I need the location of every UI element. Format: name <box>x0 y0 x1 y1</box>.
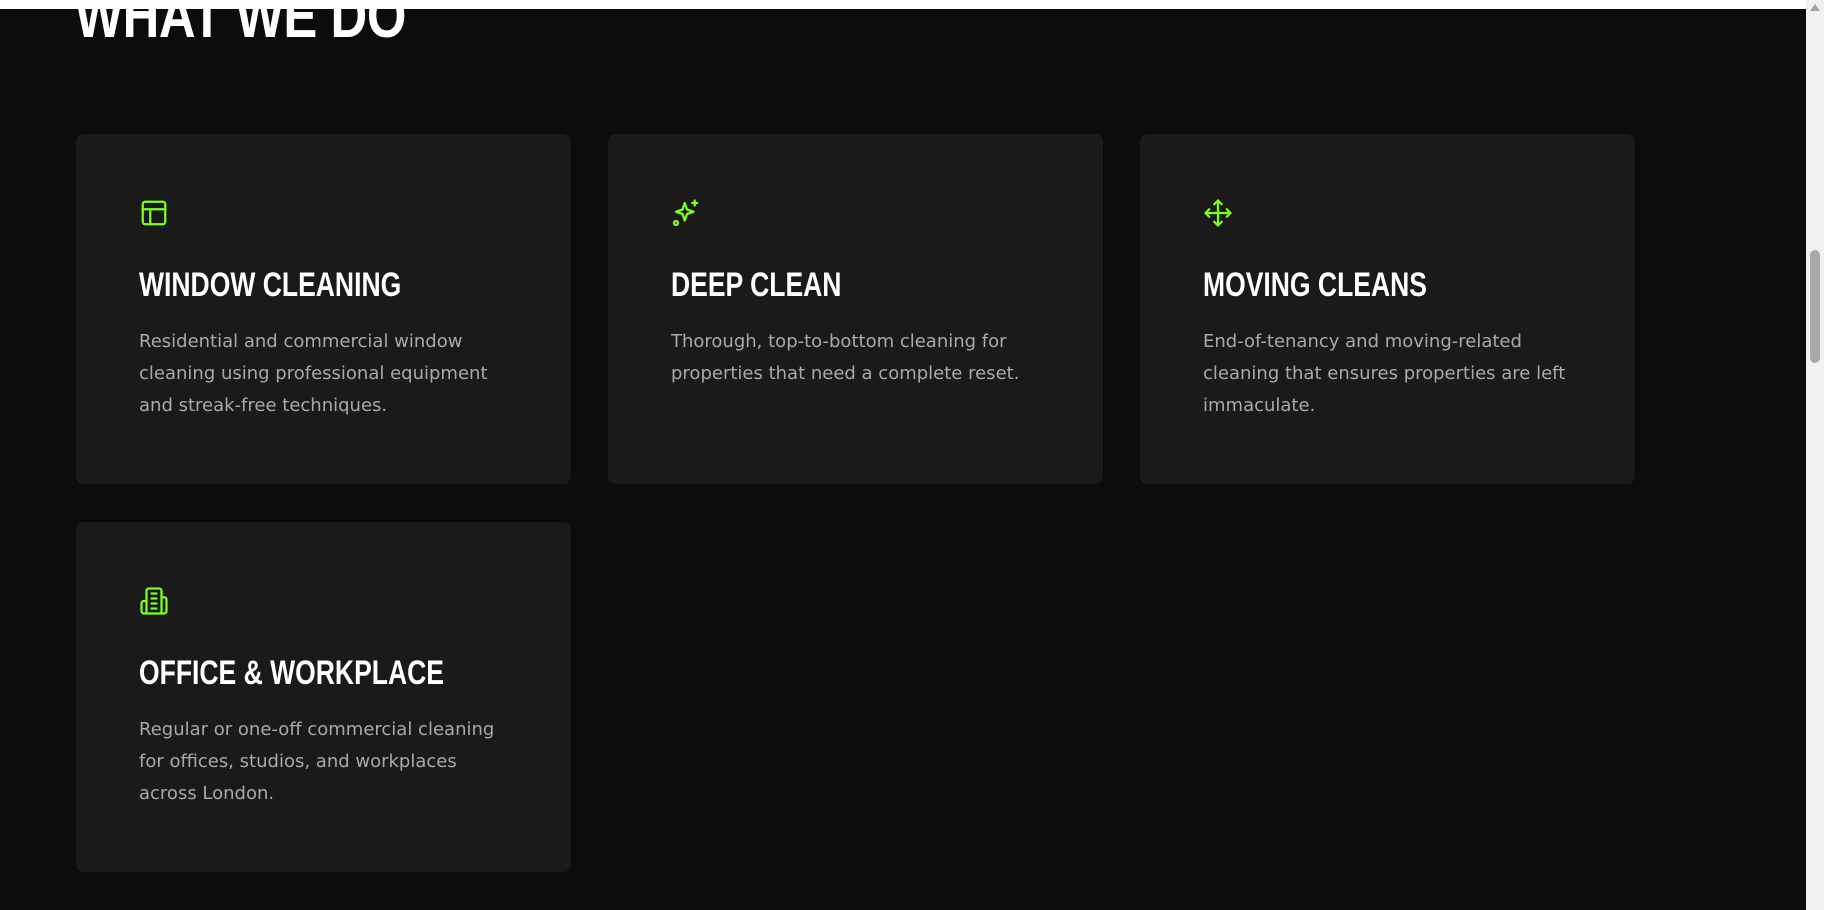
scrollbar-thumb[interactable] <box>1810 250 1820 363</box>
building-icon <box>139 586 169 616</box>
sparkles-icon <box>671 198 701 228</box>
move-arrows-icon <box>1203 198 1233 228</box>
card-title: DEEP CLEAN <box>671 266 842 304</box>
scroll-up-arrow-icon[interactable] <box>1810 4 1820 11</box>
service-card-office-workplace: OFFICE & WORKPLACE Regular or one-off co… <box>76 522 571 872</box>
card-description: Thorough, top-to-bottom cleaning for pro… <box>671 331 1020 384</box>
card-description: Regular or one-off commercial cleaning f… <box>139 719 495 804</box>
service-card-deep-clean: DEEP CLEAN Thorough, top-to-bottom clean… <box>608 134 1103 484</box>
section-title: WHAT WE DO <box>75 9 407 51</box>
card-title: WINDOW CLEANING <box>139 266 402 304</box>
vertical-scrollbar[interactable] <box>1806 0 1824 910</box>
card-description: Residential and commercial window cleani… <box>139 331 488 416</box>
card-title: OFFICE & WORKPLACE <box>139 654 444 692</box>
layout-icon <box>139 198 169 228</box>
page-content: WHAT WE DO WINDOW CLEANING Residential a… <box>0 9 1806 910</box>
service-card-window-cleaning: WINDOW CLEANING Residential and commerci… <box>76 134 571 484</box>
card-title: MOVING CLEANS <box>1203 266 1427 304</box>
service-card-moving-cleans: MOVING CLEANS End-of-tenancy and moving-… <box>1140 134 1635 484</box>
card-description: End-of-tenancy and moving-related cleani… <box>1203 331 1566 416</box>
